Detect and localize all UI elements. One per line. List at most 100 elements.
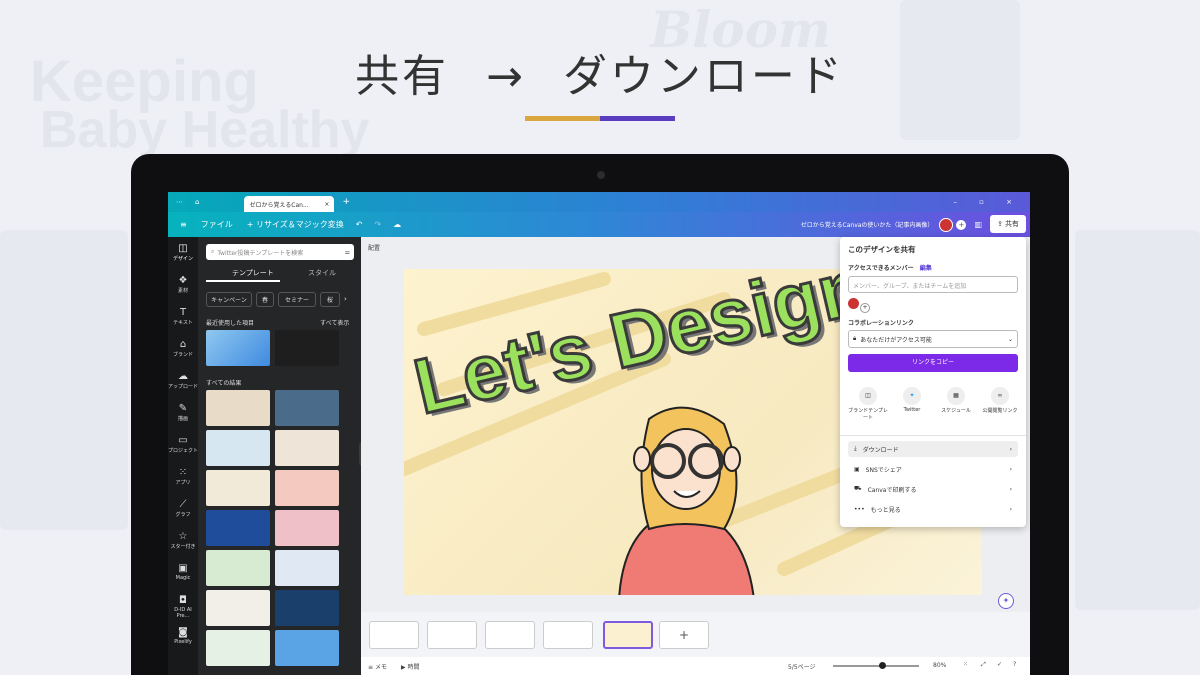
print-menu-item[interactable]: ⛟ Canvaで印刷する › — [848, 481, 1018, 497]
rail-pixelify[interactable]: ◙ Pixelify — [168, 627, 198, 645]
more-menu-item[interactable]: ••• もっと見る › — [848, 501, 1018, 517]
rail-label: アップロード — [168, 384, 199, 390]
resize-button[interactable]: + リサイズ＆マジック変換 — [247, 219, 344, 230]
help-icon[interactable]: ? — [1013, 661, 1016, 668]
template-thumb[interactable] — [275, 470, 339, 506]
brand-template-action[interactable]: ◫ ブランドテンプレート — [846, 387, 890, 421]
chip-seminar[interactable]: セミナー — [278, 292, 316, 307]
undo-icon[interactable]: ↶ — [356, 220, 363, 229]
download-menu-item[interactable]: ⤓ ダウンロード › — [848, 441, 1018, 457]
copy-link-button[interactable]: リンクをコピー — [848, 354, 1018, 372]
notes-button[interactable]: ≡ メモ — [368, 662, 387, 671]
new-tab-button[interactable]: + — [342, 197, 350, 207]
add-member-icon[interactable]: + — [860, 303, 870, 313]
cloud-sync-icon[interactable]: ☁ — [393, 220, 401, 229]
sns-share-menu-item[interactable]: ▣ SNSでシェア › — [848, 461, 1018, 477]
zoom-slider-handle[interactable] — [879, 662, 886, 669]
insights-icon[interactable]: ▥ — [974, 220, 982, 229]
recent-thumb[interactable] — [275, 330, 339, 366]
bg-watermark-2: Baby Healthy — [40, 101, 370, 159]
rail-text[interactable]: T テキスト — [168, 307, 198, 326]
page-thumb[interactable] — [427, 621, 477, 649]
rail-starred[interactable]: ☆ スター付き — [168, 531, 198, 550]
member-avatars: + — [848, 298, 1018, 313]
edit-link[interactable]: 編集 — [920, 265, 932, 272]
file-menu[interactable]: ファイル — [201, 219, 233, 230]
fullscreen-icon[interactable]: ⤢ — [981, 661, 986, 669]
avatar[interactable] — [939, 217, 954, 232]
template-thumb[interactable] — [275, 630, 339, 666]
page-strip: + — [361, 612, 1030, 657]
rail-did[interactable]: ◘ D-ID AI Pre... — [168, 595, 198, 619]
filter-icon[interactable]: ⚌ — [345, 249, 350, 256]
timer-icon: ▶ — [401, 664, 406, 671]
zoom-level[interactable]: 80% — [933, 662, 946, 669]
member-input[interactable]: メンバー、グループ、またはチームを追加 — [848, 276, 1018, 293]
avatar[interactable] — [848, 298, 859, 309]
rail-brand[interactable]: ⌂ ブランド — [168, 339, 198, 358]
zoom-slider[interactable] — [833, 662, 919, 669]
rail-apps[interactable]: ⁙ アプリ — [168, 467, 198, 486]
rail-projects[interactable]: ▭ プロジェクト — [168, 435, 198, 454]
template-thumb[interactable] — [206, 590, 270, 626]
template-thumb[interactable] — [206, 430, 270, 466]
share-button[interactable]: ⇪ 共有 — [990, 215, 1026, 233]
template-thumb[interactable] — [206, 550, 270, 586]
rail-draw[interactable]: ✎ 描画 — [168, 403, 198, 422]
add-page-button[interactable]: + — [659, 621, 709, 649]
rail-uploads[interactable]: ☁ アップロード — [168, 371, 198, 390]
heading-share: 共有 — [355, 51, 450, 102]
public-link-action[interactable]: ∞ 公開閲覧リンク — [978, 387, 1022, 414]
document-title[interactable]: ゼロから覚えるCanvaの使いかた（記事内画像） — [801, 220, 934, 229]
template-thumb[interactable] — [275, 590, 339, 626]
chip-spring[interactable]: 春 — [256, 292, 274, 307]
template-thumb[interactable] — [206, 510, 270, 546]
check-icon[interactable]: ✓ — [997, 661, 1002, 668]
home-icon[interactable]: ⌂ — [195, 198, 199, 206]
add-collaborator-icon[interactable]: + — [956, 219, 967, 230]
rail-design[interactable]: ◫ デザイン — [168, 243, 198, 262]
rail-label: プロジェクト — [168, 448, 199, 454]
template-thumb[interactable] — [206, 630, 270, 666]
page-thumb[interactable] — [369, 621, 419, 649]
position-label[interactable]: 配置 — [368, 243, 380, 252]
chevron-right-icon[interactable]: › — [344, 295, 347, 303]
menu-icon[interactable]: ≡ — [180, 220, 187, 229]
template-thumb[interactable] — [275, 510, 339, 546]
timer-button[interactable]: ▶ 時間 — [401, 662, 420, 671]
page-thumb[interactable] — [543, 621, 593, 649]
star-icon: ☆ — [178, 531, 188, 542]
rail-charts[interactable]: ⟋ グラフ — [168, 499, 198, 518]
page-count[interactable]: 5/5ページ — [788, 662, 816, 671]
template-thumb[interactable] — [275, 430, 339, 466]
rail-magic[interactable]: ▣ Magic — [168, 563, 198, 581]
folder-icon: ▭ — [178, 435, 188, 446]
rail-elements[interactable]: ❖ 素材 — [168, 275, 198, 294]
page-thumb[interactable] — [485, 621, 535, 649]
more-icon: ••• — [854, 505, 865, 513]
tab-styles[interactable]: スタイル — [308, 268, 336, 278]
chip-campaign[interactable]: キャンペーン — [206, 292, 252, 307]
access-dropdown[interactable]: 🔒︎ あなただけがアクセス可能 ⌄ — [848, 330, 1018, 348]
window-controls[interactable]: – ▫ × — [953, 198, 1022, 206]
close-icon[interactable]: × — [324, 201, 329, 208]
twitter-action[interactable]: ✦ Twitter — [890, 387, 934, 413]
did-app-icon: ◘ — [179, 595, 187, 606]
recent-thumb[interactable] — [206, 330, 270, 366]
template-thumb[interactable] — [206, 470, 270, 506]
grid-view-icon[interactable]: ⁙ — [963, 661, 968, 668]
see-all-link[interactable]: すべて表示 — [320, 318, 349, 327]
template-thumb[interactable] — [206, 390, 270, 426]
dots-icon[interactable]: ⋯ — [176, 198, 183, 206]
template-search-input[interactable]: ⌕ Twitter投稿テンプレートを検索 ⚌ — [206, 244, 354, 260]
redo-icon[interactable]: ↷ — [374, 220, 381, 229]
browser-tab[interactable]: ゼロから覚えるCan... × — [244, 196, 335, 212]
template-thumb[interactable] — [275, 390, 339, 426]
tab-templates[interactable]: テンプレート — [232, 268, 274, 278]
template-thumb[interactable] — [275, 550, 339, 586]
page-thumb-active[interactable] — [603, 621, 653, 649]
schedule-action[interactable]: ▦ スケジュール — [934, 387, 978, 414]
upload-icon: ☁ — [178, 371, 188, 382]
chip-sakura[interactable]: 桜 — [320, 292, 340, 307]
magic-assist-icon[interactable]: ✦ — [998, 593, 1014, 609]
